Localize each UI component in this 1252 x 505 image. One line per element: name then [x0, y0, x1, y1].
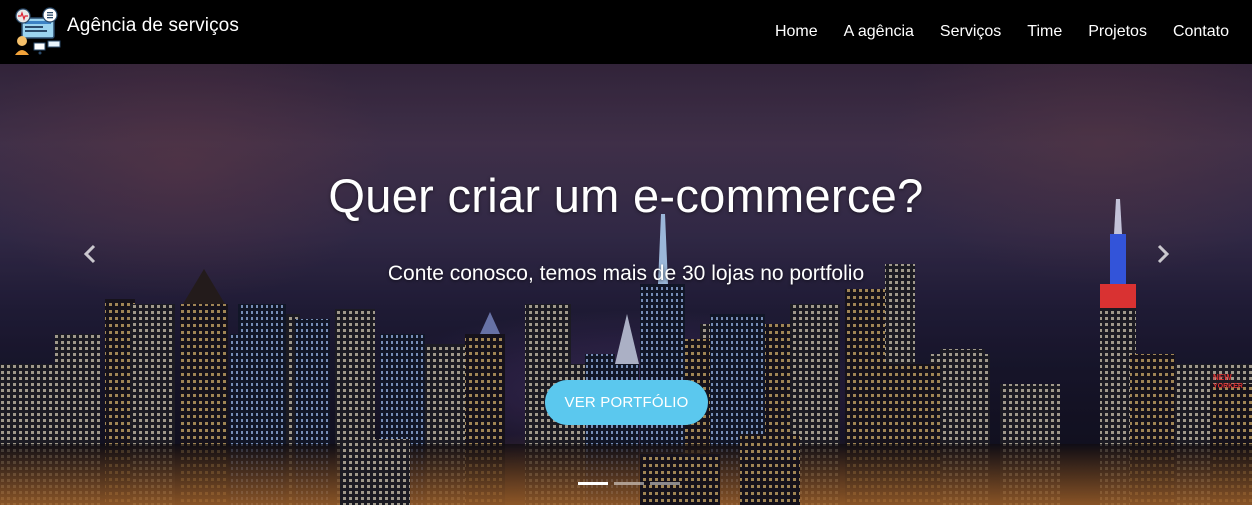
nav-link-projetos[interactable]: Projetos: [1088, 23, 1147, 41]
navbar: Agência de serviços Home A agência Servi…: [0, 0, 1252, 64]
carousel-next-button[interactable]: [1151, 240, 1175, 268]
hero-title: Quer criar um e-commerce?: [328, 169, 924, 222]
ver-portfolio-button[interactable]: VER PORTFÓLIO: [545, 380, 708, 425]
service-agency-logo-icon: [12, 5, 66, 59]
carousel-indicator-3[interactable]: [650, 482, 680, 485]
brand[interactable]: Agência de serviços: [0, 0, 239, 64]
hero-carousel: NEW YORKER Quer criar um e-commerce? Con…: [0, 64, 1252, 505]
carousel-indicators: [575, 482, 683, 485]
hero-caption: Quer criar um e-commerce? Conte conosco,…: [0, 64, 1252, 505]
nav-link-contato[interactable]: Contato: [1173, 23, 1229, 41]
nav-link-servicos[interactable]: Serviços: [940, 23, 1001, 41]
nav-link-a-agencia[interactable]: A agência: [844, 23, 914, 41]
chevron-left-icon: [83, 244, 96, 264]
carousel-prev-button[interactable]: [78, 240, 102, 268]
carousel-indicator-1[interactable]: [578, 482, 608, 485]
hero-subtitle: Conte conosco, temos mais de 30 lojas no…: [387, 262, 865, 285]
nav-link-home[interactable]: Home: [775, 23, 818, 41]
nav-link-time[interactable]: Time: [1027, 23, 1062, 41]
carousel-indicator-2[interactable]: [614, 482, 644, 485]
brand-title: Agência de serviços: [67, 15, 239, 36]
chevron-right-icon: [1157, 244, 1170, 264]
nav-links: Home A agência Serviços Time Projetos Co…: [775, 23, 1252, 41]
